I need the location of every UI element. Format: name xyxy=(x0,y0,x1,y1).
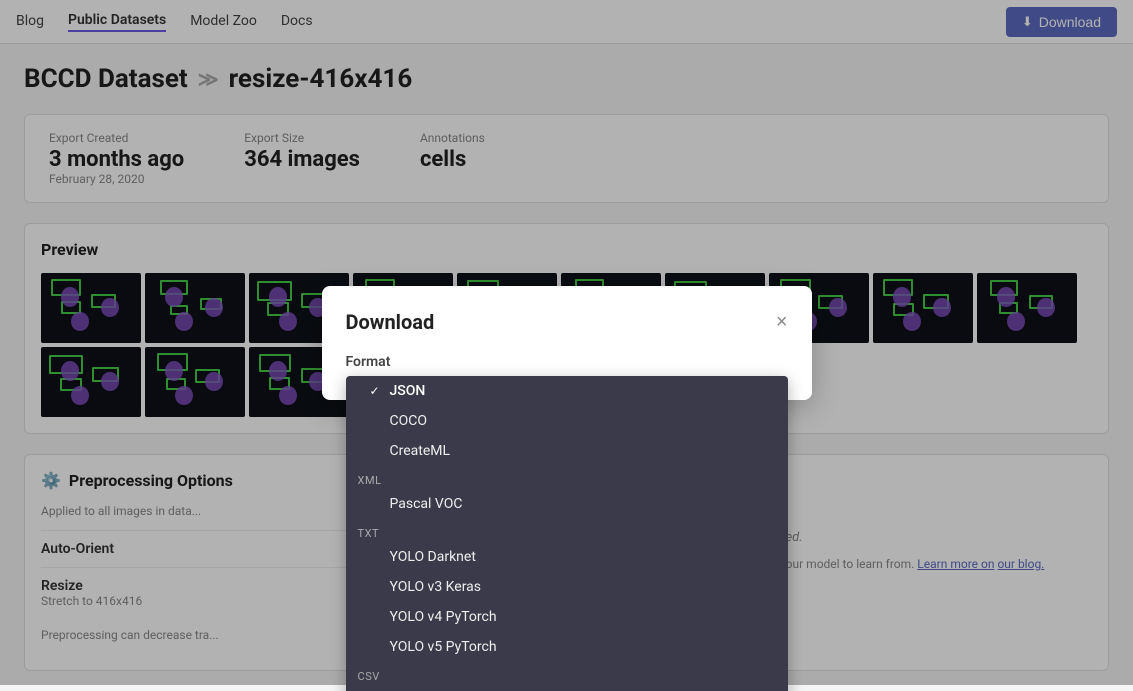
option-pascal-voc[interactable]: Pascal VOC xyxy=(346,489,788,519)
option-yolo-darknet[interactable]: YOLO Darknet xyxy=(346,542,788,572)
format-dropdown-open[interactable]: ✓ JSON COCO CreateML XML Pascal VOC xyxy=(346,376,788,691)
modal-title: Download xyxy=(346,310,435,334)
option-yolo-v4-pytorch[interactable]: YOLO v4 PyTorch xyxy=(346,602,788,632)
format-label: Format xyxy=(346,354,788,370)
group-label-csv: CSV xyxy=(346,662,788,685)
download-modal: Download × Format JSON ✓ JSON COCO xyxy=(322,286,812,400)
check-icon: ✓ xyxy=(370,384,384,398)
modal-header: Download × xyxy=(346,310,788,334)
group-label-xml: XML xyxy=(346,466,788,489)
modal-close-button[interactable]: × xyxy=(776,312,788,332)
option-createml[interactable]: CreateML xyxy=(346,436,788,466)
option-json[interactable]: ✓ JSON xyxy=(346,376,788,406)
group-label-txt: TXT xyxy=(346,519,788,542)
option-yolo-v5-pytorch[interactable]: YOLO v5 PyTorch xyxy=(346,632,788,662)
option-coco[interactable]: COCO xyxy=(346,406,788,436)
modal-overlay[interactable]: Download × Format JSON ✓ JSON COCO xyxy=(0,0,1133,685)
option-yolo-v3-keras[interactable]: YOLO v3 Keras xyxy=(346,572,788,602)
